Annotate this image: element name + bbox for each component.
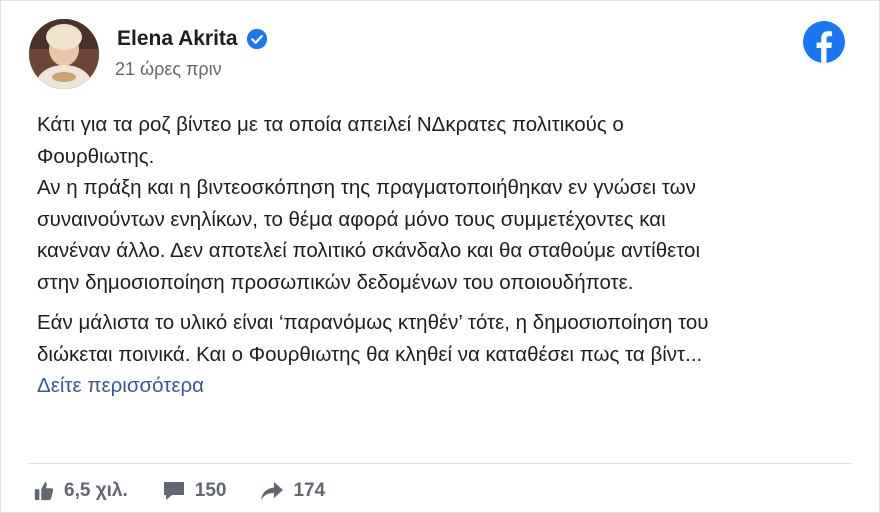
- likes-count: 6,5 χιλ.: [64, 480, 128, 501]
- comments-stat[interactable]: 150: [162, 480, 227, 502]
- thumbs-up-icon: [34, 482, 54, 501]
- post-card: Elena Akrita 21 ώρες πριν Κάτι για τα ρο…: [0, 0, 880, 513]
- speech-bubble-icon: [163, 482, 184, 500]
- avatar[interactable]: [29, 19, 99, 89]
- shares-stat[interactable]: 174: [260, 480, 325, 502]
- footer-divider: [29, 463, 851, 464]
- post-paragraph-2: Εάν μάλιστα το υλικό είναι ‘παρανόμως κτ…: [37, 307, 837, 402]
- post-timestamp[interactable]: 21 ώρες πριν: [115, 59, 222, 80]
- comments-count: 150: [194, 480, 227, 501]
- shares-count: 174: [293, 480, 326, 501]
- author-row: Elena Akrita: [117, 27, 268, 51]
- author-name[interactable]: Elena Akrita: [117, 27, 238, 51]
- post-paragraph-2-text: Εάν μάλιστα το υλικό είναι ‘παρανόμως κτ…: [37, 311, 709, 366]
- verified-badge-icon: [246, 28, 267, 50]
- post-paragraph-1: Κάτι για τα ροζ βίντεο με τα οποία απειλ…: [37, 113, 701, 294]
- post-body: Κάτι για τα ροζ βίντεο με τα οποία απειλ…: [37, 109, 837, 422]
- see-more-link[interactable]: Δείτε περισσότερα: [37, 370, 837, 402]
- likes-stat[interactable]: 6,5 χιλ.: [33, 480, 128, 502]
- post-stats: 6,5 χιλ. 150 174: [33, 480, 359, 502]
- share-arrow-icon: [261, 482, 284, 500]
- facebook-logo-icon[interactable]: [803, 21, 845, 63]
- post-header: Elena Akrita 21 ώρες πριν: [29, 19, 851, 91]
